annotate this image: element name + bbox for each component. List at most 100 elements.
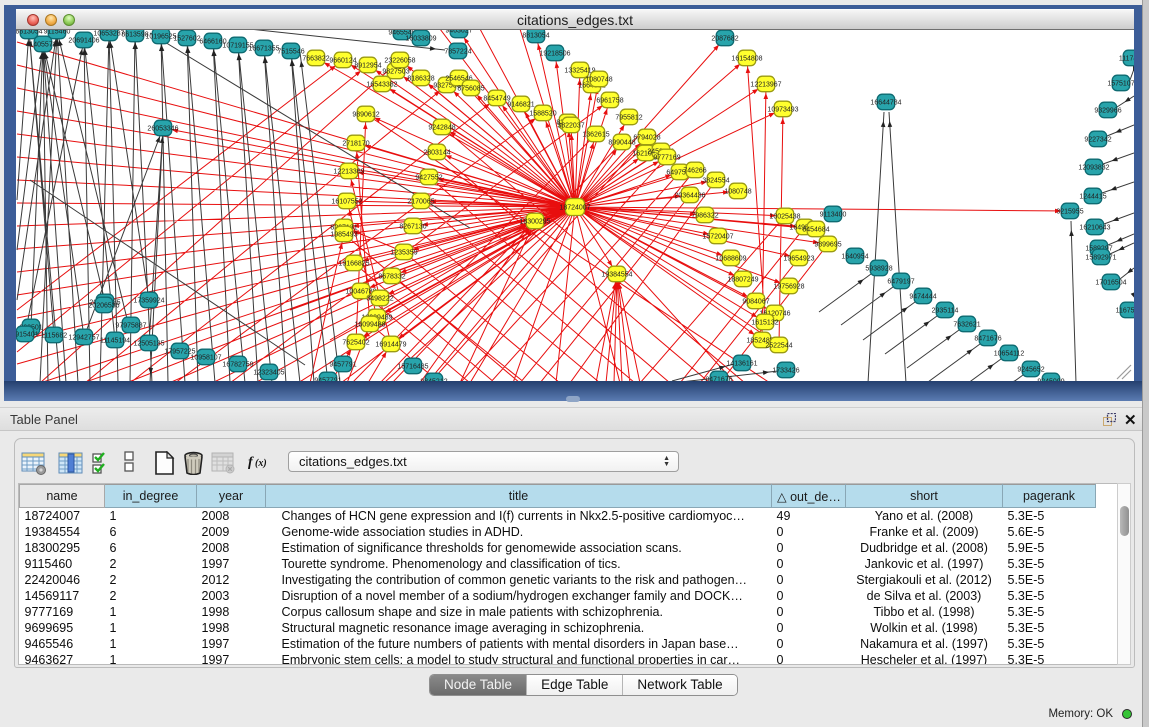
svg-text:16033809: 16033809 — [405, 36, 436, 43]
svg-text:19166825: 19166825 — [338, 261, 369, 268]
svg-text:1115682: 1115682 — [41, 333, 67, 340]
svg-text:2522544: 2522544 — [765, 343, 792, 350]
svg-text:12323405: 12323405 — [253, 370, 284, 377]
svg-text:17359924: 17359924 — [133, 298, 164, 305]
svg-text:1405572: 1405572 — [29, 42, 56, 49]
svg-text:2803144: 2803144 — [423, 150, 450, 157]
svg-text:18807249: 18807249 — [727, 277, 758, 284]
svg-text:9329966: 9329966 — [1094, 108, 1121, 115]
svg-text:9845212: 9845212 — [420, 379, 447, 382]
svg-text:8813054: 8813054 — [16, 30, 43, 36]
svg-text:26053346: 26053346 — [147, 126, 178, 133]
svg-text:3215955: 3215955 — [1056, 209, 1083, 216]
svg-text:8471676: 8471676 — [705, 377, 732, 382]
svg-text:18724007: 18724007 — [559, 205, 590, 212]
svg-text:19756928: 19756928 — [773, 284, 804, 291]
svg-text:1575107: 1575107 — [1107, 81, 1134, 88]
svg-text:7515546: 7515546 — [277, 49, 304, 56]
svg-text:17016504: 17016504 — [1095, 280, 1126, 287]
svg-text:9899695: 9899695 — [814, 242, 841, 249]
svg-text:8912954: 8912954 — [354, 63, 381, 70]
svg-text:9457791: 9457791 — [329, 362, 356, 369]
svg-text:1362615: 1362615 — [582, 132, 609, 139]
svg-text:14136161: 14136161 — [726, 361, 757, 368]
svg-text:3824554: 3824554 — [702, 178, 729, 185]
svg-text:3498222: 3498222 — [366, 296, 393, 303]
svg-text:97975887: 97975887 — [115, 323, 146, 330]
svg-text:3822037: 3822037 — [557, 123, 584, 130]
svg-text:f: f — [248, 455, 254, 470]
svg-text:1244415: 1244415 — [1079, 194, 1106, 201]
svg-text:12213369: 12213369 — [333, 169, 364, 176]
svg-text:9242848: 9242848 — [428, 125, 455, 132]
svg-text:2087682: 2087682 — [711, 36, 738, 43]
svg-text:19654923: 19654923 — [783, 256, 814, 263]
svg-text:3915401: 3915401 — [16, 332, 39, 339]
svg-text:9463627: 9463627 — [445, 30, 472, 35]
svg-text:19384554: 19384554 — [601, 272, 632, 279]
svg-text:7625402: 7625402 — [342, 340, 369, 347]
svg-text:16107552: 16107552 — [331, 199, 362, 206]
svg-text:9084067: 9084067 — [742, 299, 769, 306]
svg-text:7857224: 7857224 — [444, 49, 471, 56]
svg-text:1080748: 1080748 — [724, 189, 751, 196]
svg-text:15716485: 15716485 — [397, 364, 428, 371]
svg-text:12213967: 12213967 — [750, 82, 781, 89]
svg-text:1615132: 1615132 — [751, 320, 778, 327]
svg-text:9245652: 9245652 — [1017, 367, 1044, 374]
svg-text:9474444: 9474444 — [909, 294, 936, 301]
svg-text:7955812: 7955812 — [615, 115, 642, 122]
svg-text:9427552: 9427552 — [415, 175, 442, 182]
svg-text:9115460: 9115460 — [44, 30, 71, 36]
svg-text:2935114: 2935114 — [932, 308, 959, 315]
svg-text:12093832: 12093832 — [1078, 165, 1109, 172]
svg-text:1640954: 1640954 — [841, 254, 868, 261]
svg-text:20206536: 20206536 — [88, 303, 119, 310]
svg-text:8756085: 8756085 — [457, 86, 484, 93]
svg-text:7632621: 7632621 — [953, 322, 980, 329]
svg-text:18300295: 18300295 — [519, 219, 550, 226]
svg-text:9227342: 9227342 — [1084, 137, 1111, 144]
svg-text:9660124: 9660124 — [329, 58, 356, 65]
svg-text:8471676: 8471676 — [974, 336, 1001, 343]
svg-text:15892971: 15892971 — [1085, 255, 1116, 262]
svg-text:1733426: 1733426 — [772, 368, 799, 375]
svg-text:8990448: 8990448 — [608, 140, 635, 147]
svg-text:9777169: 9777169 — [653, 155, 680, 162]
svg-text:16671355: 16671355 — [248, 46, 279, 53]
svg-text:9113400: 9113400 — [820, 212, 847, 219]
svg-text:1080748: 1080748 — [585, 77, 612, 84]
svg-text:5938928: 5938928 — [865, 266, 892, 273]
svg-text:6794028: 6794028 — [633, 135, 660, 142]
svg-text:12942757: 12942757 — [68, 335, 99, 342]
svg-text:2170065: 2170065 — [407, 199, 434, 206]
svg-text:7986322: 7986322 — [691, 213, 718, 220]
svg-text:10196525: 10196525 — [145, 34, 176, 41]
svg-text:8813054: 8813054 — [522, 33, 549, 40]
svg-text:1167533: 1167533 — [1116, 308, 1134, 315]
svg-text:8186328: 8186328 — [407, 76, 434, 83]
svg-text:10973493: 10973493 — [767, 107, 798, 114]
svg-text:20691406: 20691406 — [68, 38, 99, 45]
svg-text:16782759: 16782759 — [222, 362, 253, 369]
svg-text:10653287: 10653287 — [93, 31, 124, 38]
svg-text:(x): (x) — [255, 458, 267, 469]
svg-text:16543382: 16543382 — [366, 82, 397, 89]
svg-text:20364436: 20364436 — [674, 193, 705, 200]
svg-text:10654112: 10654112 — [994, 351, 1025, 358]
svg-text:746266: 746266 — [683, 168, 706, 175]
svg-text:6961758: 6961758 — [596, 98, 623, 105]
svg-text:9245099: 9245099 — [1037, 379, 1064, 382]
svg-text:16914479: 16914479 — [375, 342, 406, 349]
svg-text:7663822: 7663822 — [302, 56, 329, 63]
svg-text:8267130: 8267130 — [399, 224, 426, 231]
svg-text:1527602: 1527602 — [173, 36, 200, 43]
svg-text:9890612: 9890612 — [352, 112, 379, 119]
svg-text:10958107: 10958107 — [190, 355, 221, 362]
svg-text:9457791: 9457791 — [314, 378, 341, 382]
svg-text:19218506: 19218506 — [539, 51, 570, 58]
svg-text:16154808: 16154808 — [731, 56, 762, 63]
svg-text:9827503: 9827503 — [382, 69, 409, 76]
svg-text:15720407: 15720407 — [702, 234, 733, 241]
svg-text:1588520: 1588520 — [529, 111, 556, 118]
